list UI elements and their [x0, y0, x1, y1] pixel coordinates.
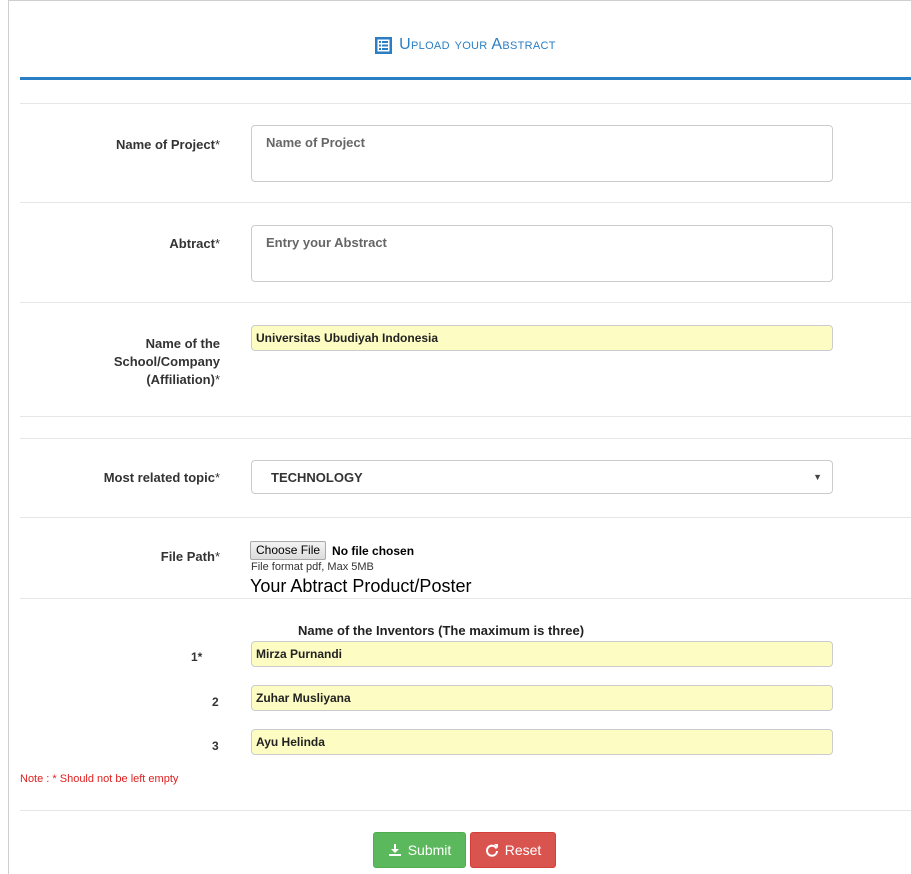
abstract-label: Abtract*: [169, 236, 220, 251]
submit-label: Submit: [407, 842, 452, 858]
divider: [20, 598, 911, 599]
file-description: Your Abtract Product/Poster: [250, 576, 472, 596]
divider: [20, 810, 911, 811]
file-hint: File format pdf, Max 5MB: [251, 561, 374, 573]
file-label: File Path*: [160, 549, 220, 564]
divider: [20, 438, 911, 439]
abstract-input[interactable]: [251, 225, 833, 282]
chevron-down-icon: ▼: [813, 472, 822, 482]
divider: [20, 103, 911, 104]
topic-label: Most related topic*: [103, 470, 220, 485]
inventor-1-input[interactable]: [251, 641, 833, 667]
inventor-number: 1*: [191, 650, 203, 664]
inventor-number: 3: [212, 739, 219, 753]
divider: [20, 416, 911, 417]
topic-selected-value: TECHNOLOGY: [271, 469, 363, 485]
project-name-input[interactable]: [251, 125, 833, 182]
divider: [20, 202, 911, 203]
inventor-2-input[interactable]: [251, 685, 833, 711]
divider: [20, 302, 911, 303]
affiliation-input[interactable]: [251, 325, 833, 351]
inventors-heading: Name of the Inventors (The maximum is th…: [298, 623, 585, 638]
topic-select[interactable]: TECHNOLOGY ▼: [251, 460, 833, 494]
list-icon: [375, 36, 393, 54]
reset-label: Reset: [504, 842, 542, 858]
file-input[interactable]: Choose File No file chosen: [250, 541, 414, 560]
submit-button[interactable]: Submit: [373, 832, 466, 868]
project-label: Name of Project*: [115, 137, 220, 152]
refresh-icon: [485, 844, 498, 857]
required-note: Note : * Should not be left empty: [20, 773, 179, 785]
inventor-number: 2: [212, 695, 219, 709]
page-title: Upload your Abstract: [375, 36, 556, 54]
panel-header: Upload your Abstract: [20, 22, 911, 80]
divider: [20, 517, 911, 518]
choose-file-button[interactable]: Choose File: [250, 541, 327, 560]
affiliation-label: Name of the School/Company (Affiliation)…: [113, 336, 220, 387]
download-icon: [388, 844, 401, 856]
file-status: No file chosen: [332, 543, 415, 558]
reset-button[interactable]: Reset: [470, 832, 556, 868]
inventor-3-input[interactable]: [251, 729, 833, 755]
page-title-text: Upload your Abstract: [399, 36, 556, 53]
